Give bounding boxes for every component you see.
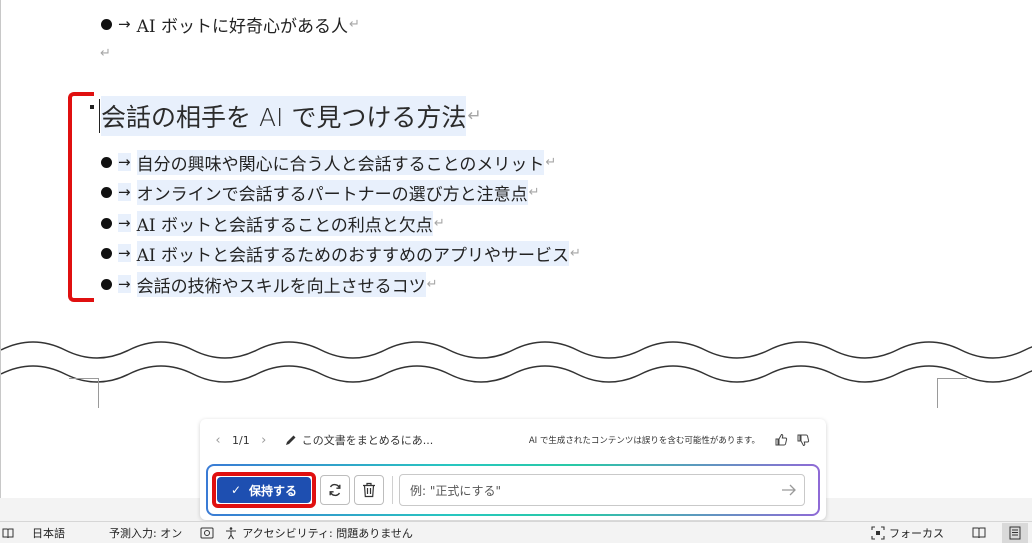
checkmark-icon: ✓ — [230, 483, 242, 497]
thumbs-up-icon[interactable] — [772, 431, 790, 449]
bullet-icon — [101, 18, 112, 30]
book-icon[interactable] — [2, 527, 14, 539]
paragraph-mark-icon: ↵ — [426, 276, 438, 292]
bullet-icon — [101, 186, 112, 198]
regenerate-button[interactable] — [320, 475, 350, 505]
list-item[interactable]: → AI ボットに好奇心がある人 ↵ — [101, 11, 360, 37]
send-arrow-icon[interactable] — [774, 484, 804, 496]
copilot-panel: ‹ 1/1 › この文書をまとめるにあ... AI で生成されたコンテンツは誤り… — [200, 419, 826, 520]
prompt-placeholder: 例: "正式にする" — [410, 483, 502, 498]
paragraph-mark-icon: ↵ — [348, 16, 360, 32]
language-status[interactable]: 日本語 — [32, 525, 65, 541]
list-item-text: AI ボットと会話することの利点と欠点 — [136, 210, 433, 236]
list-item[interactable]: → AI ボットと会話することの利点と欠点 ↵ — [101, 210, 445, 236]
divider — [392, 476, 393, 504]
bullet-icon — [101, 217, 112, 229]
accessibility-icon — [226, 526, 237, 539]
list-item-text: 会話の技術やスキルを向上させるコツ — [136, 271, 426, 297]
section-heading[interactable]: 会話の相手を AI で見つける方法 ↵ — [99, 96, 482, 136]
list-item-text: オンラインで会話するパートナーの選び方と注意点 — [136, 179, 528, 205]
trash-icon — [363, 482, 375, 498]
refine-prompt-input[interactable]: 例: "正式にする" — [399, 474, 805, 506]
print-layout-icon — [1009, 526, 1021, 539]
highlight-bracket — [68, 92, 94, 302]
list-item[interactable]: → 自分の興味や関心に合う人と会話することのメリット ↵ — [101, 149, 556, 175]
task-label: この文書をまとめるにあ... — [301, 434, 434, 447]
bullet-icon — [101, 278, 112, 290]
accessibility-status[interactable]: アクセシビリティ: 問題ありません — [224, 525, 413, 541]
paragraph-mark-icon: ↵ — [433, 215, 445, 231]
bullet-icon — [101, 156, 112, 168]
list-item-text: 自分の興味や関心に合う人と会話することのメリット — [136, 149, 545, 175]
next-chevron-icon[interactable]: › — [256, 433, 272, 448]
page-break-wave — [1, 341, 1032, 383]
focus-mode[interactable]: フォーカス — [871, 525, 944, 541]
bullet-icon — [101, 247, 112, 259]
arrow-icon: → — [118, 275, 131, 293]
copilot-header: ‹ 1/1 › この文書をまとめるにあ... AI で生成されたコンテンツは誤り… — [200, 419, 826, 461]
paragraph-mark-icon: ↵ — [528, 184, 540, 200]
heading-text: 会話の相手を AI で見つける方法 — [101, 96, 467, 136]
discard-button[interactable] — [354, 475, 384, 505]
margin-corner-mark — [937, 378, 967, 379]
margin-corner-mark — [937, 378, 938, 408]
arrow-icon: → — [118, 183, 131, 201]
ai-disclaimer: AI で生成されたコンテンツは誤りを含む可能性があります。 — [528, 436, 760, 446]
predictive-input-status[interactable]: 予測入力: オン — [109, 525, 182, 541]
focus-icon — [871, 525, 885, 540]
arrow-icon: → — [118, 15, 131, 33]
track-changes-icon[interactable] — [200, 527, 214, 539]
paragraph-handle-icon — [90, 105, 94, 109]
list-item[interactable]: → オンラインで会話するパートナーの選び方と注意点 ↵ — [101, 179, 539, 205]
arrow-icon: → — [118, 214, 131, 232]
margin-corner-mark — [69, 378, 99, 379]
list-item-text: AI ボットと会話するためのおすすめのアプリやサービス — [136, 240, 569, 266]
status-bar: 日本語 予測入力: オン アクセシビリティ: 問題ありません フォーカス — [0, 521, 1032, 543]
copilot-action-bar: ✓ 保持する 例: "正式にする" — [206, 464, 820, 516]
read-mode-icon — [972, 527, 986, 538]
arrow-icon: → — [118, 153, 131, 171]
paragraph-mark-icon: ↵ — [545, 154, 557, 170]
paragraph-mark-icon: ↵ — [467, 106, 482, 126]
keep-button-label: 保持する — [249, 483, 298, 498]
list-item-text: AI ボットに好奇心がある人 — [136, 16, 348, 37]
accessibility-text: アクセシビリティ: 問題ありません — [242, 526, 413, 540]
result-counter: 1/1 — [232, 433, 250, 447]
margin-corner-mark — [98, 378, 99, 408]
print-layout-button[interactable] — [1002, 522, 1028, 543]
focus-label: フォーカス — [889, 526, 944, 540]
thumbs-down-icon[interactable] — [794, 431, 812, 449]
list-item[interactable]: → 会話の技術やスキルを向上させるコツ ↵ — [101, 271, 437, 297]
previous-chevron-icon[interactable]: ‹ — [210, 433, 226, 448]
paragraph-mark-icon: ↵ — [569, 245, 581, 261]
refresh-icon — [329, 483, 341, 497]
read-mode-button[interactable] — [966, 523, 992, 543]
keep-button[interactable]: ✓ 保持する — [217, 477, 311, 503]
pencil-icon — [285, 435, 296, 445]
paragraph-mark-icon: ↵ — [100, 46, 111, 61]
text-cursor — [99, 99, 100, 133]
list-item[interactable]: → AI ボットと会話するためのおすすめのアプリやサービス ↵ — [101, 240, 581, 266]
keep-button-highlight: ✓ 保持する — [212, 472, 316, 508]
arrow-icon: → — [118, 244, 131, 262]
